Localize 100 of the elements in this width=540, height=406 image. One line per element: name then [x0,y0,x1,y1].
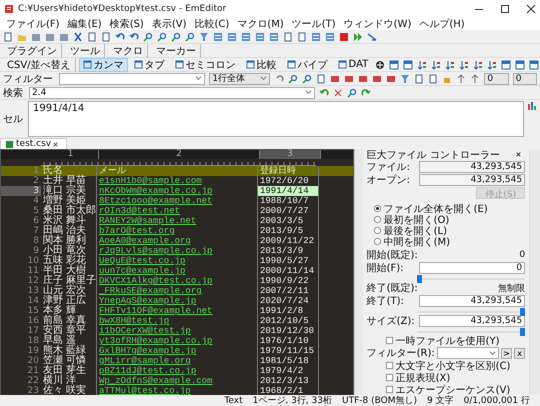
checkbox-option[interactable]: 大文字と小文字を区別(C) [366,360,526,371]
table-cell: yt3ofRH@example.co.jp [97,336,258,346]
column-header[interactable]: メール [97,166,258,176]
table-cell: pBZ11dJ@test.co.jp [97,366,258,376]
file-size-field: 43,293,545 [418,161,526,173]
table-cell: 米沢 舞斗 [41,216,97,226]
line-number: 3 [1,186,41,196]
table-cell: 1988/10/7 [258,196,319,206]
table-cell: Wp_zOdfnS@example.com [97,376,258,386]
table-cell: 笠瀬 可憐 [41,356,97,366]
csv-sort-button[interactable]: CSV/並べ替え [3,58,76,72]
line-number: 22 [26,376,40,386]
field-label: 終了(T): [366,295,405,308]
line-number: 15 [26,306,40,316]
table-cell: RANEY2W@sample.net [97,216,258,226]
menu-item[interactable]: ツール(T) [292,16,336,30]
checkbox-option[interactable]: 正規表現(X) [366,372,526,383]
table-cell: 桑田 市太郎 [41,206,97,216]
line-number: 23 [26,386,40,396]
toolbar-tab[interactable]: プラグイン [3,44,62,58]
window-title: C:¥Users¥hideto¥Desktop¥test.csv - EmEditor [18,4,226,14]
start-field[interactable]: 0 [418,262,526,274]
csv-mode-button[interactable]: DAT [334,58,372,70]
checkbox-option[interactable]: エスケープシーケンス(V) [366,384,526,395]
table-cell: e1snH1b0@sample.com [97,176,258,186]
line-number: 1 [32,166,40,176]
menu-item[interactable]: 表示(V) [152,16,186,30]
table-cell: rJq9Lvls@sample.co.jp [97,246,258,256]
column-header[interactable]: 登録日時 [258,166,319,176]
toolbar-tab[interactable]: マーカー [152,44,201,58]
filter-button[interactable]: x [514,348,526,358]
field-label: フィルター(R): [366,347,435,360]
table-cell: 2003/3/5 [258,216,319,226]
table-cell: 2012/10/5 [258,316,319,326]
line-number: 8 [32,236,40,246]
table-cell: 滝口 宗美 [41,186,97,196]
table-cell: 2012/3/13 [258,376,319,386]
line-number: 12 [26,276,40,286]
menu-item[interactable]: ヘルプ(H) [419,16,465,30]
table-cell: 1976/1/10 [258,336,319,346]
column-header[interactable]: 氏名 [41,166,97,176]
table-cell: 安西 章平 [41,326,97,336]
table-cell: AoeA0@example.org [97,236,258,246]
table-cell: 庄子 麻里子 [41,276,97,286]
table-cell: 1991/4/14 [258,186,319,196]
table-cell: gMLirr@sample.org [97,356,258,366]
line-number: 18 [26,336,40,346]
table-cell: 2013/9/5 [258,226,319,236]
column-number[interactable]: 1 [43,150,99,159]
radio-option[interactable]: ファイル全体を開く(E) [372,203,526,214]
panel-title: 巨大ファイル コントローラー [366,148,500,162]
table-cell: 五味 彩花 [41,256,97,266]
field-label: 終了(既定): [366,282,417,295]
field-value: 0 [518,250,526,260]
end-field[interactable]: 43,293,545 [418,295,526,307]
line-number: 21 [26,366,40,376]
status-text: 1ページ, 3行, 33桁 [252,394,332,406]
table-cell: 2000/7/27 [258,206,319,216]
table-cell: 関本 勝利 [41,236,97,246]
menu-item[interactable]: 編集(E) [68,16,102,30]
table-cell: 1990/9/22 [258,276,319,286]
cell-edit-field[interactable]: 1991/4/14 [28,101,524,137]
line-number: 16 [26,316,40,326]
line-number: 4 [32,196,40,206]
table-cell: 2019/12/30 [258,326,319,336]
table-cell: 小田 竜次 [41,246,97,256]
filter-button[interactable]: > [501,348,512,358]
table-cell: 1981/5/18 [258,356,319,366]
line-number: 2 [32,176,40,186]
menu-item[interactable]: ファイル(F) [6,16,60,30]
csv-mode-button[interactable]: セミコロン [172,58,239,70]
menu-item[interactable]: 検索(S) [110,16,144,30]
radio-option[interactable]: 最初を開く(O) [372,214,526,225]
field-label: サイズ(Z): [366,315,416,328]
line-number: 6 [32,216,40,226]
checkbox-option[interactable]: 一時ファイルを使用(Y) [366,335,526,346]
table-cell: 1979/4/2 [258,366,319,376]
number-dropdown[interactable]: 0 [512,72,537,84]
csv-mode-button[interactable]: パイプ [284,58,331,70]
table-cell: 2013/3/9 [258,246,319,256]
document-tab[interactable]: test.csv [0,138,68,149]
table-cell: GxlBH7g@example.jp [97,346,258,356]
menu-item[interactable]: ウィンドウ(W) [344,16,412,30]
scope-dropdown[interactable]: 1行全体 [209,72,270,84]
menu-item[interactable]: 比較(C) [194,16,230,30]
menu-item[interactable]: マクロ(M) [237,16,284,30]
radio-option[interactable]: 中間を開く(M) [372,236,526,247]
search-field[interactable]: 2.4 [29,86,315,98]
line-number: 20 [26,356,40,366]
number-dropdown[interactable]: 0 [484,72,509,84]
field-label: 開始(既定): [366,248,417,262]
table-cell: 8Etzc1ooo@example.net [97,196,258,206]
radio-option[interactable]: 最後を開く(L) [372,225,526,236]
csv-mode-button[interactable]: タブ [130,58,168,70]
csv-mode-button[interactable]: 比較 [242,58,280,70]
line-number: 14 [26,296,40,306]
csv-mode-button[interactable]: カンマ [80,58,127,70]
size-field[interactable]: 43,293,545 [418,315,526,327]
table-cell: 早島 遥 [41,336,97,346]
table-cell: 津野 正広 [41,296,97,306]
